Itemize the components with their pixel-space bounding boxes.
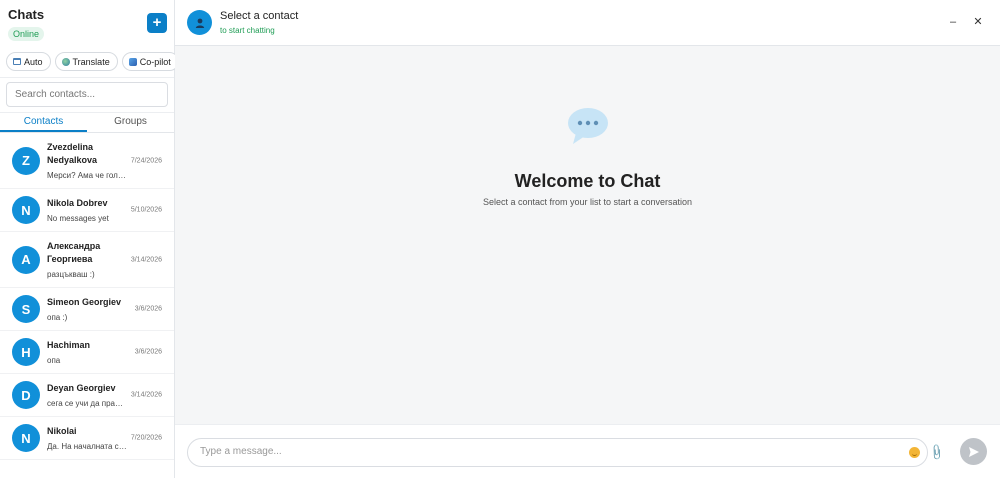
send-button[interactable] bbox=[960, 438, 987, 465]
last-message: No messages yet bbox=[47, 213, 109, 223]
chat-app: Chats Online + Auto Translate Co-pilot C… bbox=[0, 0, 1000, 478]
globe-icon bbox=[61, 57, 70, 66]
last-message: опа bbox=[47, 355, 61, 365]
copilot-button[interactable]: Co-pilot bbox=[121, 52, 179, 71]
contact-date: 7/20/2026 bbox=[130, 434, 162, 442]
contact-list: Z Zvezdelina Nedyalkova Мерси? Ама че го… bbox=[0, 133, 174, 478]
translate-label: Translate bbox=[72, 56, 110, 67]
emoji-icon[interactable] bbox=[909, 447, 920, 458]
avatar: S bbox=[12, 295, 40, 323]
chat-header: Select a contact to start chatting – ✕ bbox=[175, 0, 1000, 46]
list-item[interactable]: S Simeon Georgiev опа :) 3/6/2026 bbox=[0, 288, 174, 331]
auto-label: Auto bbox=[24, 56, 43, 67]
welcome-subtitle: Select a contact from your list to start… bbox=[482, 197, 693, 207]
contact-name: Deyan Georgiev bbox=[47, 382, 116, 393]
avatar: N bbox=[12, 424, 40, 452]
contact-name: Hachiman bbox=[47, 339, 91, 350]
avatar: N bbox=[12, 196, 40, 224]
list-item[interactable]: N Nikolai Да. На началната ст... 7/20/20… bbox=[0, 417, 174, 460]
mode-pills: Auto Translate Co-pilot bbox=[0, 46, 179, 78]
search-container bbox=[0, 78, 174, 113]
new-chat-button[interactable]: + bbox=[147, 13, 167, 33]
contact-date: 3/6/2026 bbox=[134, 305, 162, 313]
copilot-label: Co-pilot bbox=[139, 56, 171, 67]
sidebar-header: Chats Online + bbox=[0, 0, 174, 46]
contact-name: Александра Георгиева bbox=[47, 240, 101, 264]
chat-panel: Select a contact to start chatting – ✕ W… bbox=[175, 0, 1000, 478]
message-input[interactable] bbox=[200, 446, 890, 457]
chat-bubble-icon bbox=[568, 108, 608, 144]
send-icon bbox=[968, 446, 979, 457]
contact-name: Nikola Dobrev bbox=[47, 197, 108, 208]
tab-groups[interactable]: Groups bbox=[87, 113, 174, 132]
last-message: сега се учи да прави... bbox=[47, 398, 127, 408]
tab-contacts[interactable]: Contacts bbox=[0, 113, 87, 132]
minimize-button[interactable]: – bbox=[946, 15, 960, 29]
close-button[interactable]: ✕ bbox=[971, 15, 985, 29]
composer: 📎 bbox=[175, 424, 1000, 478]
avatar: A bbox=[12, 245, 40, 274]
last-message: опа :) bbox=[47, 312, 68, 322]
chat-body: Welcome to Chat Select a contact from yo… bbox=[175, 46, 1000, 424]
avatar: H bbox=[12, 338, 40, 366]
contact-date: 3/14/2026 bbox=[130, 391, 162, 399]
auto-button[interactable]: Auto bbox=[6, 52, 51, 71]
list-item[interactable]: N Nikola Dobrev No messages yet 5/10/202… bbox=[0, 189, 174, 232]
translate-button[interactable]: Translate bbox=[54, 52, 118, 71]
sidebar: Chats Online + Auto Translate Co-pilot C… bbox=[0, 0, 179, 478]
last-message: Мерси? Ама че голя... bbox=[47, 170, 127, 180]
avatar: Z bbox=[12, 146, 40, 175]
list-item[interactable]: A Александра Георгиева разцъкваш :) 3/14… bbox=[0, 232, 174, 288]
building-icon bbox=[13, 58, 21, 65]
last-message: разцъкваш :) bbox=[47, 269, 95, 279]
chat-subtitle: to start chatting bbox=[220, 25, 275, 35]
status-badge: Online bbox=[8, 27, 45, 41]
avatar bbox=[187, 10, 212, 35]
contact-date: 5/10/2026 bbox=[130, 206, 162, 214]
list-item[interactable]: D Deyan Georgiev сега се учи да прави...… bbox=[0, 374, 174, 417]
message-input-container: 📎 bbox=[187, 438, 946, 467]
contact-date: 3/14/2026 bbox=[130, 256, 162, 263]
search-input[interactable] bbox=[6, 82, 168, 107]
contact-name: Nikolai bbox=[47, 425, 77, 436]
avatar: D bbox=[12, 381, 40, 409]
sidebar-tabs: Contacts Groups bbox=[0, 113, 174, 133]
list-item[interactable]: H Hachiman опа 3/6/2026 bbox=[0, 331, 174, 374]
contact-date: 7/24/2026 bbox=[130, 157, 162, 164]
contact-name: Zvezdelina Nedyalkova bbox=[47, 141, 98, 165]
chat-title: Select a contact bbox=[220, 9, 299, 22]
contact-name: Simeon Georgiev bbox=[47, 296, 122, 307]
contact-date: 3/6/2026 bbox=[134, 348, 162, 356]
attachment-icon[interactable]: 📎 bbox=[927, 443, 946, 462]
list-item[interactable]: Z Zvezdelina Nedyalkova Мерси? Ама че го… bbox=[0, 133, 174, 189]
copilot-icon bbox=[128, 57, 137, 66]
welcome-title: Welcome to Chat bbox=[514, 171, 661, 191]
user-icon bbox=[195, 18, 204, 28]
last-message: Да. На началната ст... bbox=[47, 441, 127, 451]
